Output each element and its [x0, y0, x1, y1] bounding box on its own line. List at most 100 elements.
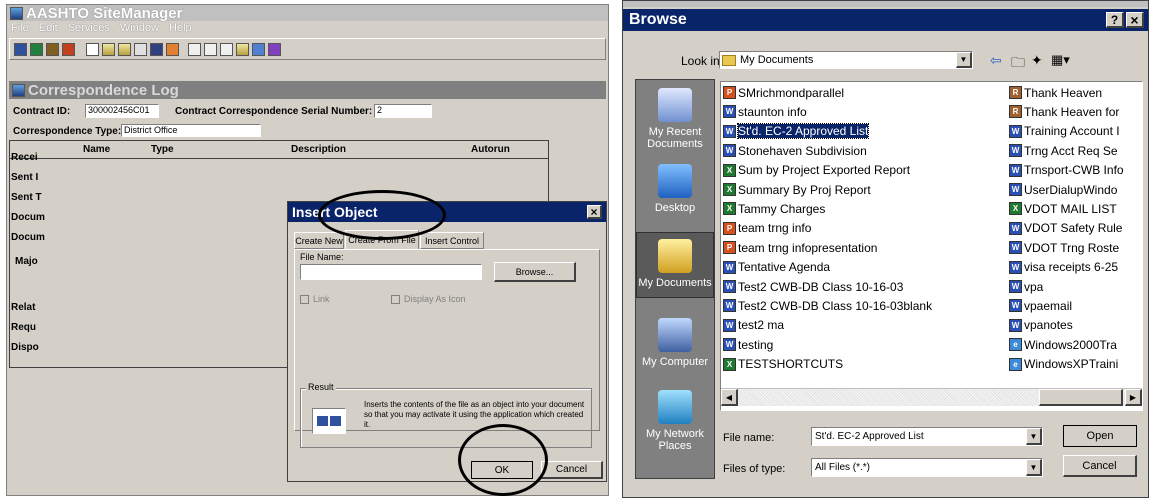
open-button[interactable]: Open [1063, 425, 1137, 447]
file-list-item[interactable]: W Test2 CWB-DB Class 10-16-03 [723, 278, 903, 295]
up-folder-icon[interactable]: 🗀 [1011, 52, 1025, 76]
file-list-item[interactable]: Wvisa receipts 6-25 [1009, 259, 1118, 276]
place-network-places[interactable]: My Network Places [636, 390, 714, 452]
files-of-type-select[interactable]: All Files (*.*) ▼ [811, 458, 1043, 477]
help-icon[interactable]: ? [1106, 12, 1124, 28]
result-label: Result [306, 382, 336, 392]
scroll-right-icon[interactable]: ▶ [1125, 389, 1142, 406]
place-recent-documents[interactable]: My Recent Documents [636, 88, 714, 150]
places-bar: My Recent Documents Desktop My Documents… [635, 79, 715, 479]
contract-id-field[interactable]: 300002456C01 [85, 104, 159, 118]
toolbar-icon[interactable] [30, 42, 43, 56]
toolbar-icon[interactable] [204, 42, 217, 56]
horizontal-scrollbar[interactable]: ◀ ▶ [721, 388, 1142, 406]
chevron-down-icon[interactable]: ▼ [956, 52, 972, 68]
file-list-item[interactable]: W UserDialupWindo [1009, 181, 1117, 198]
place-my-documents[interactable]: My Documents [636, 232, 714, 298]
toolbar-icon[interactable] [134, 42, 147, 56]
toolbar-icon[interactable] [252, 42, 265, 56]
toolbar-icon[interactable] [188, 42, 201, 56]
col-autorun[interactable]: Autorun [471, 144, 510, 155]
file-list-item[interactable]: X Sum by Project Exported Report [723, 162, 910, 179]
cancel-button[interactable]: Cancel [1063, 455, 1137, 477]
toolbar-icon[interactable] [46, 42, 59, 56]
file-list-item[interactable]: e Windows2000Tra [1009, 336, 1117, 353]
menu-edit[interactable]: Edit [39, 22, 58, 37]
browse-button[interactable]: Browse... [494, 262, 576, 282]
look-in-select[interactable]: My Documents ▼ [719, 51, 973, 69]
place-desktop[interactable]: Desktop [636, 164, 714, 214]
back-icon[interactable]: ⇦ [990, 52, 1002, 69]
file-list[interactable]: P SMrichmondparallel Wstaunton info W St'd. … [720, 81, 1143, 411]
file-list-item[interactable]: Pteam trng infopresentation [723, 239, 877, 256]
close-icon[interactable]: × [587, 205, 602, 219]
scrollbar-thumb[interactable] [1039, 389, 1123, 406]
view-menu-icon[interactable]: ▦▾ [1051, 52, 1070, 68]
new-folder-icon[interactable]: ✦ [1031, 52, 1043, 69]
toolbar-icon[interactable] [268, 42, 281, 56]
folder-icon [722, 54, 736, 66]
label-sent-2: Sent T [11, 192, 42, 203]
menu-window[interactable]: Window [120, 22, 159, 37]
menu-file[interactable]: File [11, 22, 29, 37]
file-list-item[interactable]: W Trnsport-CWB Info [1009, 162, 1124, 179]
sitemanager-window: AASHTO SiteManager File Edit Services Wi… [6, 4, 609, 496]
chevron-down-icon[interactable]: ▼ [1026, 459, 1042, 476]
label-disposition: Dispo [11, 342, 39, 353]
file-list-item[interactable]: R Thank Heaven for [1009, 103, 1119, 120]
file-list-item[interactable]: X Summary By Proj Report [723, 181, 871, 198]
file-list-item[interactable]: Wtest2 ma [723, 317, 784, 334]
file-list-item[interactable]: W VDOT Trng Roste [1009, 239, 1119, 256]
corr-type-field[interactable]: District Office [121, 124, 261, 137]
tab-insert-control[interactable]: Insert Control [420, 232, 484, 249]
file-list-item[interactable]: Wvpa [1009, 278, 1043, 295]
word-file-icon: W [723, 280, 736, 293]
file-list-item[interactable]: W Tentative Agenda [723, 259, 830, 276]
file-list-item[interactable]: W St'd. EC-2 Approved List [723, 123, 870, 140]
file-list-item[interactable]: e WindowsXPTraini [1009, 356, 1118, 373]
tab-create-new[interactable]: Create New [294, 232, 344, 249]
file-list-item[interactable]: Wvpanotes [1009, 317, 1073, 334]
file-list-item[interactable]: W Training Account I [1009, 123, 1120, 140]
file-list-item[interactable]: R Thank Heaven [1009, 84, 1102, 101]
file-list-item[interactable]: Wvpaemail [1009, 297, 1072, 314]
file-list-item[interactable]: W Stonehaven Subdivision [723, 142, 867, 159]
file-list-item[interactable]: Wtesting [723, 336, 773, 353]
display-as-icon-checkbox[interactable]: Display As Icon [391, 294, 466, 304]
file-name: vpa [1024, 279, 1044, 294]
col-description[interactable]: Description [291, 144, 346, 155]
toolbar-icon[interactable] [220, 42, 233, 56]
file-list-item[interactable]: X Tammy Charges [723, 200, 825, 217]
file-list-item[interactable]: W Trng Acct Req Se [1009, 142, 1118, 159]
menu-help[interactable]: Help [169, 22, 192, 37]
col-type[interactable]: Type [151, 144, 174, 155]
col-name[interactable]: Name [83, 144, 110, 155]
link-checkbox[interactable]: Link [300, 294, 330, 304]
html-file-icon: e [1009, 357, 1022, 371]
save-icon[interactable] [150, 42, 163, 56]
scroll-left-icon[interactable]: ◀ [721, 389, 738, 406]
toolbar-icon[interactable] [166, 42, 179, 56]
open-icon[interactable] [118, 42, 131, 56]
cancel-button[interactable]: Cancel [541, 461, 603, 479]
file-name-input[interactable] [300, 264, 482, 280]
file-list-item[interactable]: X VDOT MAIL LIST [1009, 200, 1117, 217]
word-file-icon: W [1009, 299, 1022, 313]
toolbar-icon[interactable] [62, 42, 75, 56]
toolbar-icon[interactable] [14, 42, 27, 56]
close-icon[interactable]: × [1126, 12, 1144, 28]
serial-field[interactable]: 2 [374, 104, 432, 118]
file-list-item[interactable]: X TESTSHORTCUTS [723, 356, 843, 373]
chevron-down-icon[interactable]: ▼ [1026, 428, 1042, 445]
open-icon[interactable] [102, 42, 115, 56]
file-list-item[interactable]: P SMrichmondparallel [723, 84, 844, 101]
open-icon[interactable] [236, 42, 249, 56]
file-list-item[interactable]: W VDOT Safety Rule [1009, 220, 1122, 237]
menu-services[interactable]: Services [68, 22, 110, 37]
new-icon[interactable] [86, 42, 99, 56]
file-list-item[interactable]: Wstaunton info [723, 103, 807, 120]
place-my-computer[interactable]: My Computer [636, 318, 714, 368]
file-list-item[interactable]: Pteam trng info [723, 220, 811, 237]
file-list-item[interactable]: W Test2 CWB-DB Class 10-16-03blank [723, 297, 932, 314]
file-name-combo[interactable]: St'd. EC-2 Approved List ▼ [811, 427, 1043, 446]
